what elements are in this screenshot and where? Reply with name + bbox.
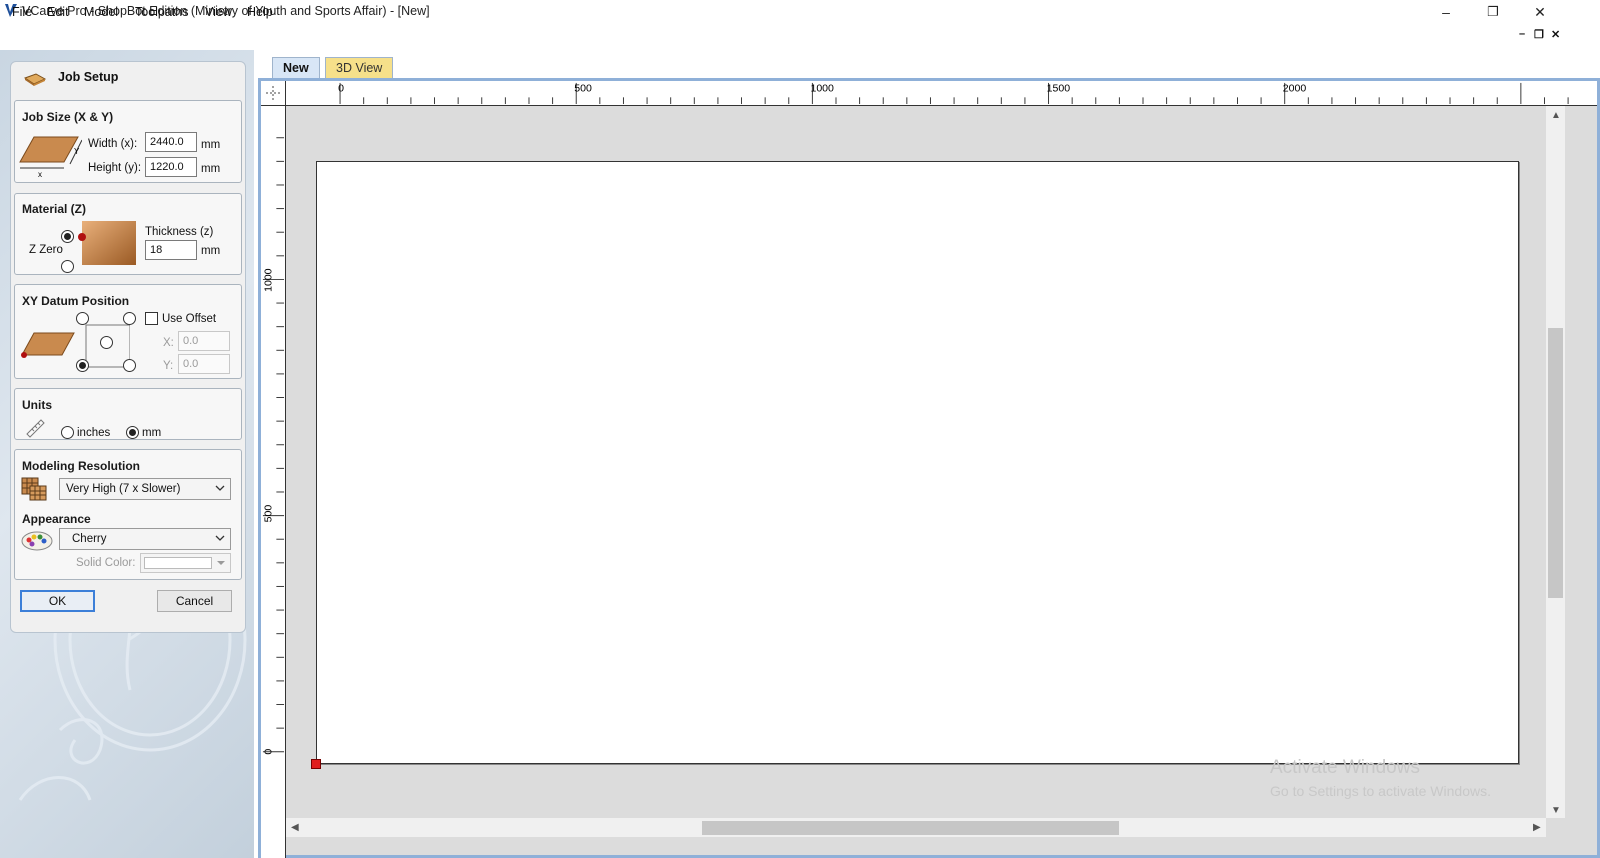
menu-edit[interactable]: Edit [47, 5, 69, 19]
material-title: Material (Z) [22, 202, 87, 216]
panel-title: Job Setup [58, 70, 119, 84]
material-block-icon [78, 221, 136, 265]
horizontal-ruler: 0 500 1000 1500 2000 [286, 81, 1597, 106]
z-zero-top-radio[interactable] [61, 230, 74, 243]
job-setup-icon [24, 73, 46, 86]
xy-datum-title: XY Datum Position [22, 294, 130, 308]
units-mm-radio[interactable] [126, 426, 139, 439]
units-inches-label: inches [77, 427, 111, 439]
ruler-label-1500: 1500 [1047, 83, 1071, 95]
material-sheet[interactable] [316, 161, 1519, 764]
solid-color-picker[interactable] [140, 553, 231, 573]
ruler-corner[interactable] [261, 81, 286, 106]
cancel-button[interactable]: Cancel [157, 590, 232, 612]
ruler-icon [26, 419, 45, 438]
job-size-sheet-icon: x Y [19, 136, 82, 178]
resolution-select[interactable]: Very High (7 x Slower) [59, 478, 231, 500]
vertical-ruler: 1000 500 0 [261, 106, 286, 858]
width-unit: mm [201, 139, 221, 151]
z-zero-label: Z Zero [29, 244, 63, 256]
menu-bar [0, 24, 1600, 50]
use-offset-checkbox[interactable] [145, 312, 158, 325]
resolution-value: Very High (7 x Slower) [66, 483, 181, 495]
units-inches-radio[interactable] [61, 426, 74, 439]
vruler-label-500: 500 [263, 505, 275, 523]
offset-x-input[interactable]: 0.0 [178, 331, 230, 351]
ruler-label-0: 0 [338, 83, 344, 95]
width-label: Width (x): [88, 138, 138, 150]
crosshair-icon [266, 86, 280, 100]
height-input[interactable]: 1220.0 [145, 157, 197, 177]
vertical-scroll-thumb[interactable] [1548, 328, 1563, 598]
vruler-label-0: 0 [263, 749, 275, 755]
menu-view[interactable]: View [205, 5, 232, 19]
datum-bottom-right-radio[interactable] [123, 359, 136, 372]
ok-button[interactable]: OK [20, 590, 95, 612]
tab-new[interactable]: New [272, 57, 320, 78]
activation-watermark-subtitle: Go to Settings to activate Windows. [1270, 783, 1491, 799]
appearance-select[interactable]: Cherry [59, 528, 231, 550]
appearance-value: Cherry [72, 533, 107, 545]
menu-help[interactable]: Help [247, 5, 273, 19]
axis-y-label: Y [74, 147, 80, 156]
datum-top-right-radio[interactable] [123, 312, 136, 325]
datum-bottom-left-radio[interactable] [76, 359, 89, 372]
offset-y-input[interactable]: 0.0 [178, 354, 230, 374]
appearance-title: Appearance [22, 512, 91, 526]
scroll-right-icon[interactable]: ▶ [1533, 822, 1541, 833]
ruler-label-2000: 2000 [1283, 83, 1307, 95]
vertical-ruler-ticks [262, 137, 285, 753]
datum-top-left-radio[interactable] [76, 312, 89, 325]
menu-model[interactable]: Model [84, 5, 118, 19]
modeling-resolution-title: Modeling Resolution [22, 459, 140, 473]
menu-file[interactable]: File [12, 5, 32, 19]
mdi-close-button[interactable]: ✕ [1551, 28, 1560, 41]
scroll-down-icon[interactable]: ▼ [1551, 805, 1561, 816]
mdi-restore-button[interactable]: ❐ [1534, 28, 1544, 41]
mdi-minimize-button[interactable]: – [1519, 28, 1525, 40]
axis-x-label: x [38, 170, 42, 178]
units-title: Units [22, 398, 52, 412]
minimize-button[interactable]: – [1423, 0, 1469, 24]
restore-button[interactable]: ❐ [1470, 0, 1516, 24]
ruler-label-1000: 1000 [810, 83, 834, 95]
height-label: Height (y): [88, 162, 142, 174]
solid-color-label: Solid Color: [76, 557, 136, 569]
view-tab-strip [254, 50, 1600, 78]
chevron-down-icon [217, 561, 225, 565]
use-offset-label: Use Offset [162, 313, 217, 325]
horizontal-ruler-ticks [339, 82, 1569, 105]
tab-3d-view[interactable]: 3D View [325, 57, 394, 78]
vruler-label-1000: 1000 [263, 268, 275, 292]
offset-x-label: X: [163, 337, 174, 349]
units-mm-label: mm [142, 427, 162, 439]
datum-sheet-icon [21, 332, 75, 358]
solid-color-swatch [144, 557, 212, 569]
datum-origin-marker [311, 759, 321, 769]
scroll-left-icon[interactable]: ◀ [291, 822, 299, 833]
menu-toolpaths[interactable]: Toolpaths [135, 5, 189, 19]
chevron-down-icon [215, 535, 225, 541]
chevron-down-icon [215, 485, 225, 491]
scroll-up-icon[interactable]: ▲ [1551, 110, 1561, 121]
horizontal-scroll-thumb[interactable] [702, 821, 1119, 835]
width-input[interactable]: 2440.0 [145, 132, 197, 152]
z-zero-bottom-radio[interactable] [61, 260, 74, 273]
close-button[interactable]: ✕ [1517, 0, 1563, 24]
thickness-unit: mm [201, 245, 221, 257]
offset-y-label: Y: [163, 360, 174, 372]
ruler-label-500: 500 [574, 83, 592, 95]
job-size-title: Job Size (X & Y) [22, 110, 114, 124]
height-unit: mm [201, 163, 221, 175]
resolution-grid-icon [21, 477, 47, 501]
thickness-label: Thickness (z) [145, 226, 214, 238]
thickness-input[interactable]: 18 [145, 240, 197, 260]
palette-icon [21, 531, 53, 551]
datum-center-radio[interactable] [100, 336, 113, 349]
activation-watermark-title: Activate Windows [1270, 757, 1420, 778]
